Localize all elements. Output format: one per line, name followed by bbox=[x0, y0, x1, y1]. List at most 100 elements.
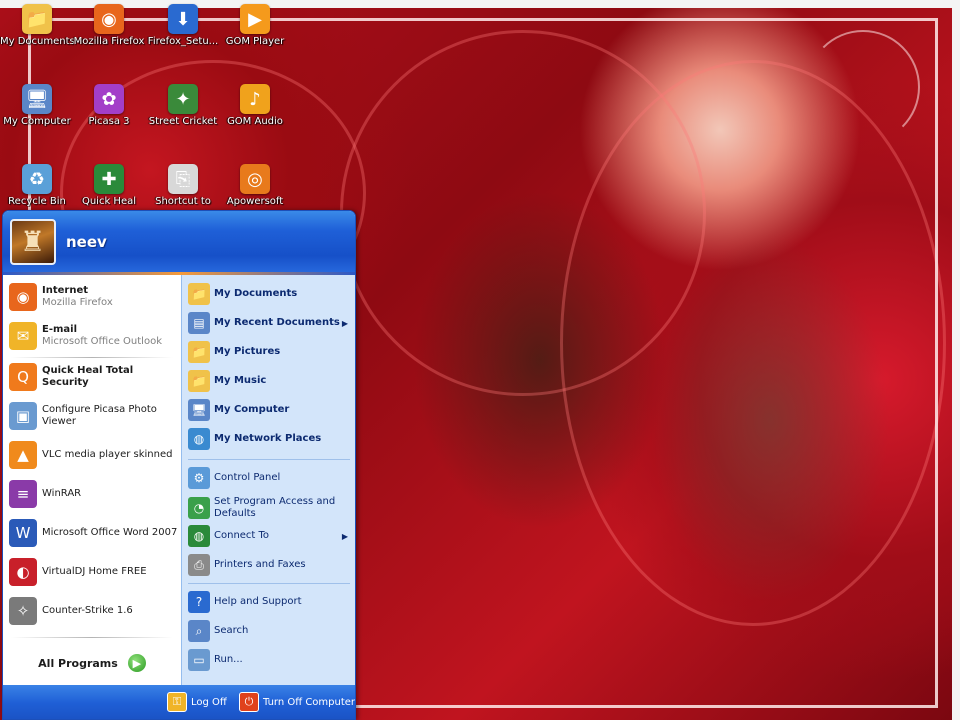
place-item-label: My Music bbox=[214, 375, 267, 386]
place-item[interactable]: 📁 My Music bbox=[188, 370, 354, 392]
program-item-text: Internet Mozilla Firefox bbox=[42, 285, 113, 309]
turn-off-label: Turn Off Computer bbox=[263, 696, 356, 708]
program-item[interactable]: W Microsoft Office Word 2007 bbox=[9, 519, 179, 547]
desktop-shortcut-label: GOM Audio bbox=[227, 116, 283, 127]
shortcut-icon: ⎘ bbox=[168, 164, 198, 194]
start-menu-footer: ⚿ Log Off ⏻ Turn Off Computer bbox=[3, 685, 355, 719]
place-item[interactable]: ◍ My Network Places bbox=[188, 428, 354, 450]
desktop-shortcut[interactable]: ✦ Street Cricket bbox=[146, 84, 220, 127]
picasa-viewer-icon: ▣ bbox=[9, 402, 37, 430]
help-icon: ? bbox=[188, 591, 210, 613]
network-icon: ◍ bbox=[188, 428, 210, 450]
place-item[interactable]: ⎙ Printers and Faxes bbox=[188, 554, 354, 576]
desktop-shortcut-label: My Documents bbox=[0, 36, 74, 47]
place-item[interactable]: ⌕ Search bbox=[188, 620, 354, 642]
log-off-label: Log Off bbox=[191, 696, 227, 708]
gom-player-icon: ▶ bbox=[240, 4, 270, 34]
place-item[interactable]: 🖥 My Computer bbox=[188, 399, 354, 421]
place-item[interactable]: ▭ Run... bbox=[188, 649, 354, 671]
start-menu-programs: All Programs ▶ ◉ Internet Mozilla Firefox ✉… bbox=[3, 275, 181, 685]
program-access-icon: ◔ bbox=[188, 497, 210, 519]
desktop-shortcut-label: Recycle Bin bbox=[8, 196, 66, 207]
program-item[interactable]: ≡ WinRAR bbox=[9, 480, 179, 508]
place-item-label: Set Program Access and Defaults bbox=[214, 496, 336, 519]
desktop-shortcut-label: Picasa 3 bbox=[88, 116, 130, 127]
desktop-shortcut-label: Shortcut to bbox=[155, 196, 211, 207]
menu-separator bbox=[11, 637, 173, 638]
place-item-label: Help and Support bbox=[214, 596, 302, 607]
search-icon: ⌕ bbox=[188, 620, 210, 642]
place-item-label: My Documents bbox=[214, 288, 298, 299]
program-item[interactable]: ✧ Counter-Strike 1.6 bbox=[9, 597, 179, 625]
program-item-title: VirtualDJ Home FREE bbox=[42, 566, 147, 577]
desktop-shortcut-label: Street Cricket bbox=[148, 116, 218, 127]
desktop-shortcut-label: Firefox_Setu... bbox=[147, 36, 219, 47]
apowersoft-icon: ◎ bbox=[240, 164, 270, 194]
turn-off-button[interactable]: ⏻ Turn Off Computer bbox=[239, 692, 355, 712]
place-item-label: Run... bbox=[214, 654, 243, 665]
place-item[interactable]: 📁 My Pictures bbox=[188, 341, 354, 363]
desktop-shortcut[interactable]: ◉ Mozilla Firefox bbox=[72, 4, 146, 47]
program-item[interactable]: Q Quick Heal Total Security bbox=[9, 363, 179, 391]
desktop-shortcut[interactable]: 📁 My Documents bbox=[0, 4, 74, 47]
place-item[interactable]: ? Help and Support bbox=[188, 591, 354, 613]
program-item[interactable]: ◐ VirtualDJ Home FREE bbox=[9, 558, 179, 586]
computer-icon: 🖥 bbox=[188, 399, 210, 421]
place-item[interactable]: 📁 My Documents bbox=[188, 283, 354, 305]
desktop-shortcut-label: My Computer bbox=[3, 116, 71, 127]
winrar-icon: ≡ bbox=[9, 480, 37, 508]
control-panel-icon: ⚙ bbox=[188, 467, 210, 489]
all-programs-label: All Programs bbox=[38, 656, 118, 670]
program-item[interactable]: ◉ Internet Mozilla Firefox bbox=[9, 283, 179, 311]
desktop-shortcut[interactable]: ▶ GOM Player bbox=[218, 4, 292, 47]
folder-documents-icon: 📁 bbox=[188, 283, 210, 305]
place-item-label: Connect To bbox=[214, 530, 270, 541]
desktop-shortcut-label: Mozilla Firefox bbox=[73, 36, 145, 47]
start-menu-header: neev bbox=[3, 211, 355, 275]
user-name: neev bbox=[66, 233, 107, 251]
desktop-shortcut[interactable]: 🖥 My Computer bbox=[0, 84, 74, 127]
folder-music-icon: 📁 bbox=[188, 370, 210, 392]
place-item[interactable]: ▤ My Recent Documents ▶ bbox=[188, 312, 354, 334]
place-item-label: My Pictures bbox=[214, 346, 281, 357]
desktop-shortcut[interactable]: ♻ Recycle Bin bbox=[0, 164, 74, 207]
folder-pictures-icon: 📁 bbox=[188, 341, 210, 363]
place-item-label: Control Panel bbox=[214, 472, 281, 483]
program-item-text: Configure Picasa Photo Viewer bbox=[42, 404, 179, 428]
desktop-shortcut[interactable]: ◎ Apowersoft bbox=[218, 164, 292, 207]
desktop-shortcut[interactable]: ⎘ Shortcut to bbox=[146, 164, 220, 207]
program-item-title: Internet bbox=[42, 285, 89, 296]
counter-strike-icon: ✧ bbox=[9, 597, 37, 625]
program-item-title: WinRAR bbox=[42, 488, 82, 499]
desktop-shortcut-label: Apowersoft bbox=[226, 196, 284, 207]
desktop-shortcut[interactable]: ✿ Picasa 3 bbox=[72, 84, 146, 127]
folder-documents-icon: 📁 bbox=[22, 4, 52, 34]
place-item[interactable]: ◍ Connect To ▶ bbox=[188, 525, 354, 547]
menu-separator bbox=[188, 459, 350, 460]
desktop-shortcut[interactable]: ⬇ Firefox_Setu... bbox=[146, 4, 220, 47]
all-programs-button[interactable]: All Programs ▶ bbox=[3, 641, 181, 685]
firefox-icon: ◉ bbox=[94, 4, 124, 34]
program-item-text: VirtualDJ Home FREE bbox=[42, 566, 147, 578]
green-arrow-icon: ▶ bbox=[127, 654, 146, 672]
quick-heal-icon: Q bbox=[9, 363, 37, 391]
program-item-text: E-mail Microsoft Office Outlook bbox=[42, 324, 162, 348]
program-item[interactable]: ✉ E-mail Microsoft Office Outlook bbox=[9, 322, 179, 350]
recent-documents-icon: ▤ bbox=[188, 312, 210, 334]
program-item-subtitle: Microsoft Office Outlook bbox=[42, 336, 162, 347]
user-avatar[interactable] bbox=[10, 219, 56, 265]
desktop-shortcut[interactable]: ♪ GOM Audio bbox=[218, 84, 292, 127]
program-item-title: VLC media player skinned bbox=[42, 449, 173, 460]
vlc-icon: ▲ bbox=[9, 441, 37, 469]
start-menu: neev All Programs ▶ ◉InternetMozilla Fir… bbox=[2, 210, 356, 720]
program-item-title: Quick Heal Total Security bbox=[42, 365, 134, 388]
gom-audio-icon: ♪ bbox=[240, 84, 270, 114]
program-item[interactable]: ▣ Configure Picasa Photo Viewer bbox=[9, 402, 179, 430]
desktop-shortcut[interactable]: ✚ Quick Heal bbox=[72, 164, 146, 207]
start-menu-places: 📁 My Documents ▤ My Recent Documents ▶ 📁 My Pi… bbox=[181, 275, 355, 685]
place-item[interactable]: ◔ Set Program Access and Defaults bbox=[188, 496, 354, 520]
log-off-button[interactable]: ⚿ Log Off bbox=[167, 692, 227, 712]
place-item[interactable]: ⚙ Control Panel bbox=[188, 467, 354, 489]
desktop-shortcut-label: GOM Player bbox=[225, 36, 285, 47]
program-item[interactable]: ▲ VLC media player skinned bbox=[9, 441, 179, 469]
